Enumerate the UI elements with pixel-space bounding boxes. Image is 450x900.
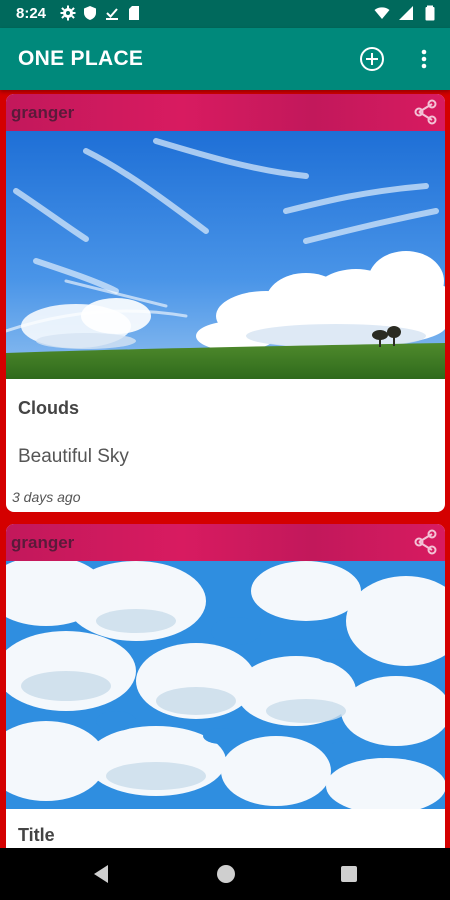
sd-card-icon: [129, 6, 139, 20]
status-bar: 8:24: [0, 0, 450, 28]
home-icon[interactable]: [216, 864, 236, 884]
wifi-icon: [374, 7, 390, 19]
post-card[interactable]: granger: [6, 524, 445, 848]
download-done-icon: [106, 8, 118, 20]
add-circle-icon[interactable]: [358, 45, 386, 73]
battery-icon: [425, 5, 435, 21]
status-icons-left: [60, 5, 142, 21]
back-icon[interactable]: [92, 864, 110, 884]
gear-icon: [60, 5, 76, 21]
post-username[interactable]: granger: [11, 103, 74, 123]
post-header: granger: [6, 94, 445, 131]
shield-icon: [84, 6, 96, 20]
app-bar: ONE PLACE: [0, 28, 450, 90]
post-title: Title: [18, 825, 55, 845]
app-title: ONE PLACE: [18, 47, 144, 70]
post-header: granger: [6, 524, 445, 561]
post-feed[interactable]: granger Clouds Beautiful Sky 3 days ago …: [0, 90, 450, 848]
post-card[interactable]: granger: [6, 94, 445, 512]
share-icon[interactable]: [413, 529, 439, 555]
more-vert-icon[interactable]: [414, 45, 434, 73]
post-image[interactable]: [6, 131, 445, 379]
cumulus-clouds-blue-sky-photo: [6, 561, 445, 809]
status-time: 8:24: [16, 5, 47, 22]
recents-icon[interactable]: [340, 865, 358, 883]
status-icons-right: [374, 5, 438, 21]
post-timestamp: 3 days ago: [12, 489, 81, 505]
post-description: Beautiful Sky: [18, 446, 129, 467]
post-title: Clouds: [18, 398, 79, 418]
signal-icon: [399, 6, 413, 20]
system-nav-bar: [0, 848, 450, 900]
post-image[interactable]: [6, 561, 445, 809]
share-icon[interactable]: [413, 99, 439, 125]
post-username[interactable]: granger: [11, 533, 74, 553]
sky-over-green-field-photo: [6, 131, 445, 379]
